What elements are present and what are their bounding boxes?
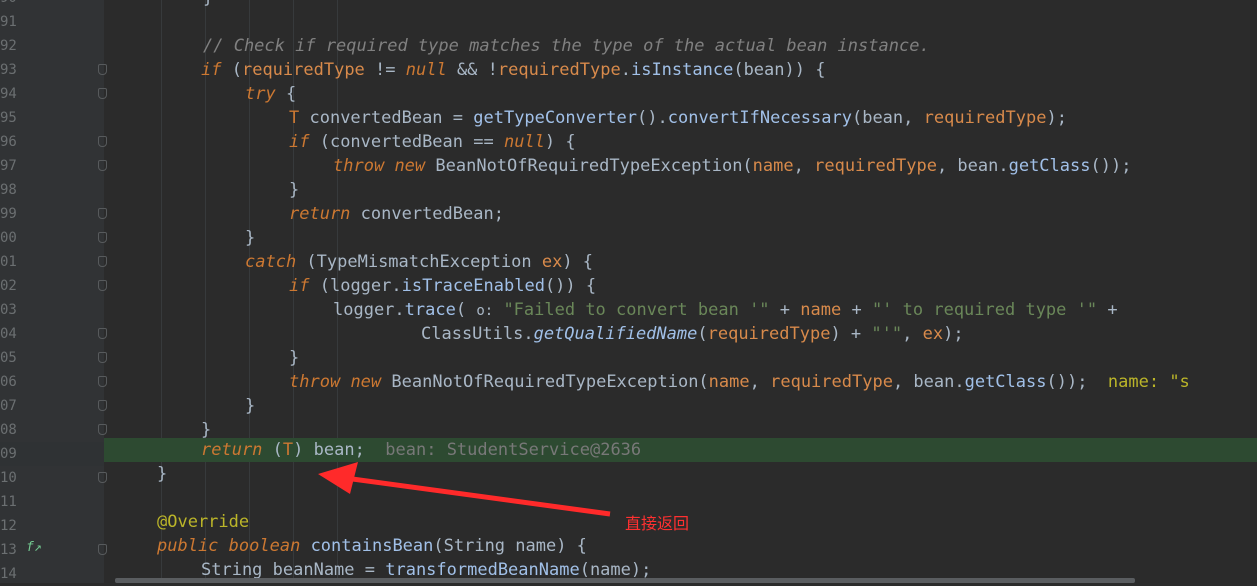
red-arrow-annotation	[318, 462, 611, 517]
annotation-label: 直接返回	[625, 514, 690, 533]
code-editor: 9091929394959697989900010203040506070809…	[0, 0, 1257, 583]
arrow-shaft	[344, 475, 611, 517]
arrow-head	[318, 462, 358, 494]
horizontal-scrollbar[interactable]	[115, 578, 1135, 583]
